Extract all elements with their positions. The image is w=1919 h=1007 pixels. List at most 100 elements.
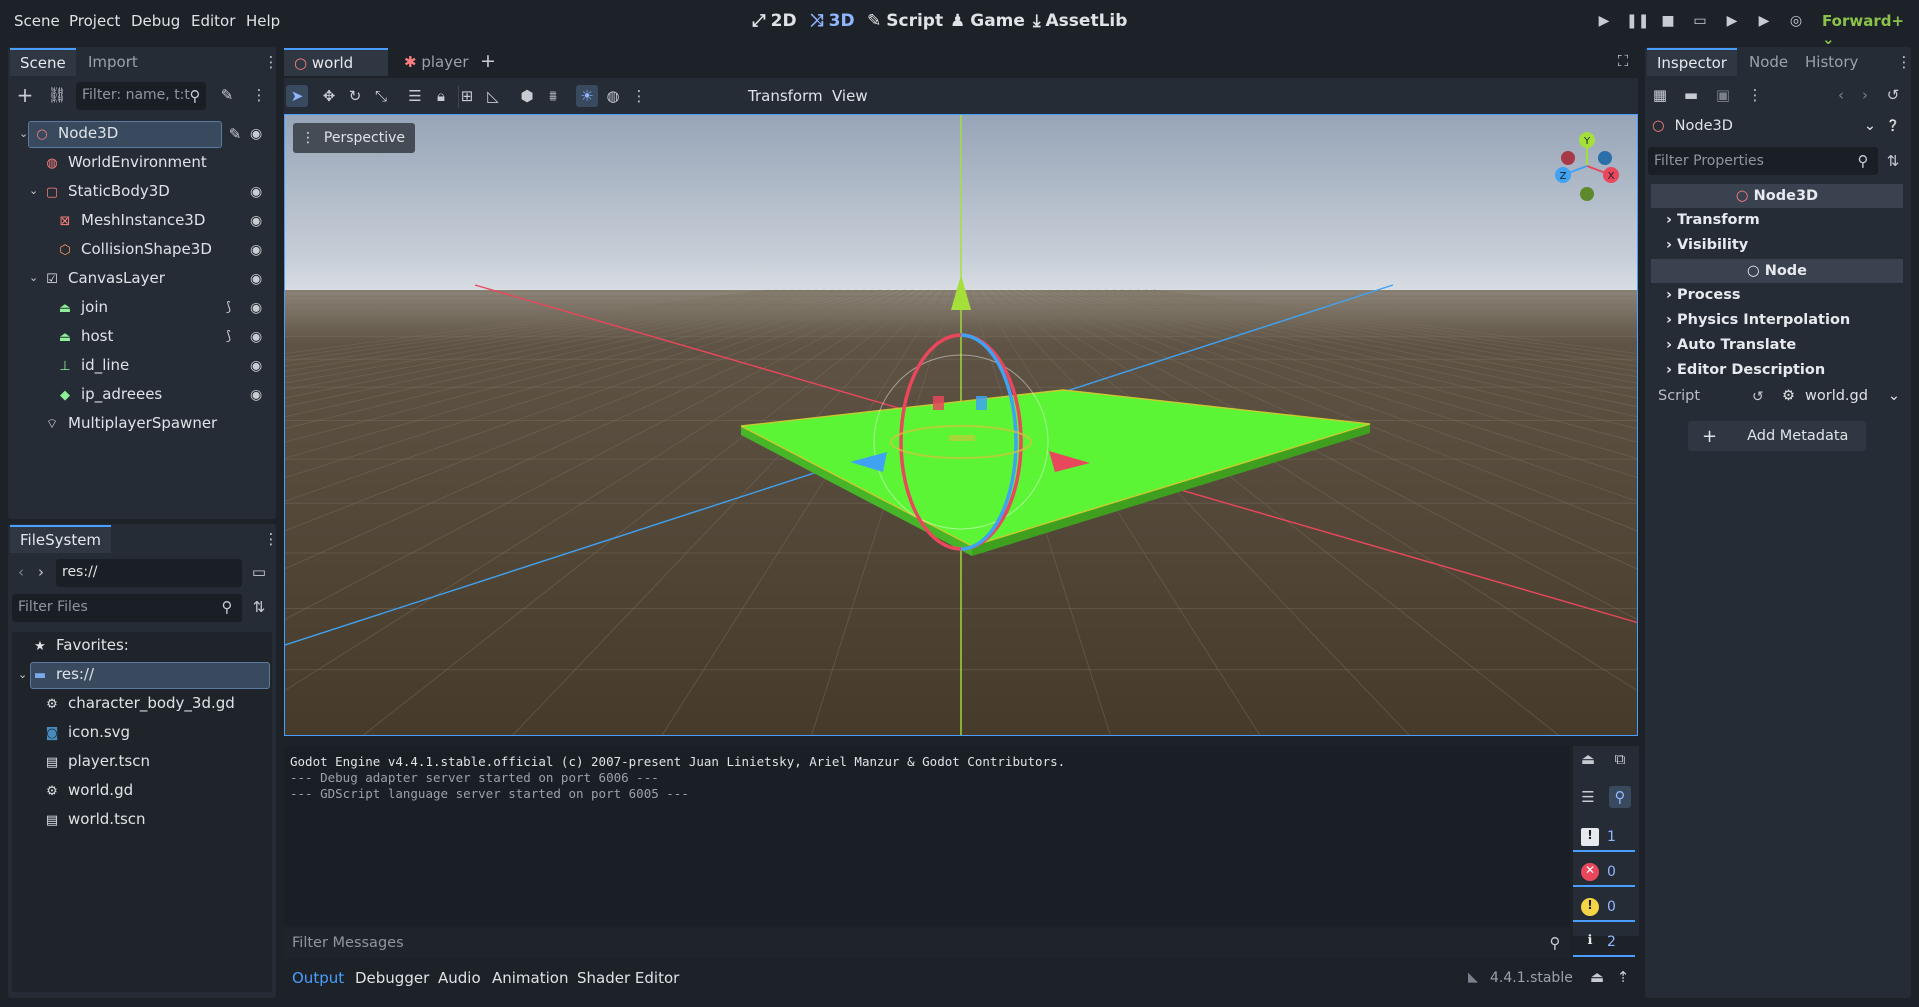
tree-node-node3d[interactable]: ○ Node3D (34, 119, 118, 148)
list-select-icon[interactable]: ☰ (404, 85, 426, 107)
add-metadata-button[interactable]: + Add Metadata (1688, 421, 1866, 451)
save-icon[interactable]: ▣ (1712, 84, 1734, 106)
workspace-2d-button[interactable]: ⤢ 2D (752, 11, 797, 31)
error-count-toggle[interactable]: ✕ 0 (1573, 859, 1635, 887)
tab-node[interactable]: Node (1739, 48, 1798, 76)
search-icon[interactable]: ⚲ (1609, 786, 1631, 808)
play-icon[interactable]: ▶ (1594, 13, 1614, 31)
play-custom-scene-icon[interactable]: ▶ (1754, 13, 1774, 31)
tab-filesystem[interactable]: FileSystem (10, 525, 112, 553)
menu-scene[interactable]: Scene (14, 12, 60, 30)
select-tool-icon[interactable]: ➤ (286, 85, 308, 107)
docs-icon[interactable]: ❔ (1882, 115, 1904, 137)
section-editor-description[interactable]: › Editor Description (1651, 358, 1903, 383)
tab-shader-editor[interactable]: Shader Editor (577, 969, 679, 987)
selected-object-select[interactable]: ○ Node3D ⌄ (1650, 113, 1876, 139)
visibility-eye-icon[interactable]: ◉ (250, 300, 262, 316)
tree-node-canvaslayer[interactable]: ☑ CanvasLayer (44, 264, 165, 293)
section-visibility[interactable]: › Visibility (1651, 233, 1903, 258)
lock-icon[interactable]: 🔒︎ (430, 85, 452, 107)
section-process[interactable]: › Process (1651, 283, 1903, 308)
visibility-eye-icon[interactable]: ◉ (250, 329, 262, 345)
view-menu[interactable]: View (832, 87, 868, 105)
chevron-down-icon[interactable]: ⌄ (29, 271, 38, 284)
sun-preview-icon[interactable]: ☀ (576, 85, 598, 107)
signal-connection-icon[interactable]: ⟆ (226, 300, 231, 315)
menu-help[interactable]: Help (246, 12, 280, 30)
forward-icon[interactable]: › (38, 563, 44, 581)
inspector-menu-icon[interactable]: ⋮ (1744, 84, 1766, 106)
movie-maker-icon[interactable]: ◎ (1786, 13, 1806, 31)
tree-node-staticbody3d[interactable]: ▢ StaticBody3D (44, 177, 170, 206)
version-label[interactable]: 4.4.1.stable (1490, 970, 1573, 986)
menu-debug[interactable]: Debug (131, 12, 180, 30)
file-world-tscn[interactable]: ▤ world.tscn (44, 805, 146, 834)
workspace-3d-button[interactable]: ⤨ 3D (810, 11, 855, 31)
script-attached-icon[interactable]: ✎ (224, 123, 246, 145)
filter-properties-input[interactable]: Filter Properties (1648, 147, 1878, 175)
section-transform[interactable]: › Transform (1651, 208, 1903, 233)
workspace-assetlib-button[interactable]: ⤓ AssetLib (1033, 11, 1127, 31)
move-tool-icon[interactable]: ✥ (318, 85, 340, 107)
tab-debugger[interactable]: Debugger (355, 969, 429, 987)
ruler-icon[interactable]: ◺ (482, 85, 504, 107)
back-icon[interactable]: ‹ (18, 563, 24, 581)
warning-count-toggle[interactable]: ! 0 (1573, 894, 1635, 922)
tab-animation[interactable]: Animation (492, 969, 568, 987)
add-tab-icon[interactable]: + (477, 50, 499, 72)
tree-node-worldenvironment[interactable]: ◍ WorldEnvironment (44, 148, 206, 177)
revert-icon[interactable]: ↺ (1752, 389, 1764, 405)
tree-node-ip-adreees[interactable]: ◆ ip_adreees (57, 380, 162, 409)
pause-icon[interactable]: ❚❚ (1626, 13, 1649, 31)
file-world-gd[interactable]: ⚙ world.gd (44, 776, 133, 805)
script-resource-picker[interactable]: ⚙ world.gd ⌄ (1782, 388, 1900, 404)
visibility-eye-icon[interactable]: ◉ (250, 213, 262, 229)
workspace-script-button[interactable]: ✎ Script (867, 11, 943, 31)
transform-menu[interactable]: Transform (748, 87, 823, 105)
file-character-body[interactable]: ⚙ character_body_3d.gd (44, 689, 235, 718)
visibility-eye-icon[interactable]: ◉ (250, 242, 262, 258)
dock-menu-icon[interactable]: ⋮ (260, 528, 282, 550)
attach-script-icon[interactable]: ✎ (216, 84, 238, 106)
renderer-select[interactable]: Forward+ ⌄ (1822, 12, 1919, 48)
3d-viewport[interactable]: Y X Z ⋮ Perspective (284, 114, 1638, 736)
tab-world[interactable]: ○ world ✕ (284, 48, 388, 98)
tab-scene[interactable]: Scene (10, 48, 76, 76)
history-back-icon[interactable]: ‹ (1830, 84, 1852, 106)
message-count-toggle[interactable]: ! 1 (1573, 824, 1635, 852)
workspace-game-button[interactable]: ♟ Game (950, 11, 1025, 31)
signal-connection-icon[interactable]: ⟆ (226, 329, 231, 344)
section-auto-translate[interactable]: › Auto Translate (1651, 333, 1903, 358)
expand-panel-icon[interactable]: ⇡ (1612, 966, 1634, 988)
toggle-split-icon[interactable]: ▭ (248, 561, 270, 583)
add-node-icon[interactable]: + (14, 84, 36, 106)
visibility-eye-icon[interactable]: ◉ (250, 271, 262, 287)
tab-audio[interactable]: Audio (438, 969, 481, 987)
collapse-icon[interactable]: ☰ (1577, 786, 1599, 808)
visibility-eye-icon[interactable]: ◉ (250, 126, 262, 142)
play-scene-icon[interactable]: ▶ (1722, 13, 1742, 31)
scene-menu-icon[interactable]: ⋮ (248, 84, 270, 106)
dock-menu-icon[interactable]: ⋮ (1893, 51, 1915, 73)
filter-messages-input[interactable]: Filter Messages (284, 928, 1570, 958)
folder-res[interactable]: ▬ res:// (32, 660, 94, 689)
history-forward-icon[interactable]: › (1854, 84, 1876, 106)
visibility-eye-icon[interactable]: ◉ (250, 184, 262, 200)
sort-icon[interactable]: ⇅ (248, 596, 270, 618)
chevron-down-icon[interactable]: ⌄ (18, 668, 27, 681)
tree-node-meshinstance3d[interactable]: ⊠ MeshInstance3D (57, 206, 206, 235)
recent-history-icon[interactable]: ↺ (1882, 84, 1904, 106)
instantiate-scene-icon[interactable]: ⛓ (46, 84, 68, 106)
tab-inspector[interactable]: Inspector (1647, 48, 1737, 76)
tree-node-join[interactable]: ⏏ join (57, 293, 108, 322)
environment-preview-icon[interactable]: ◍ (602, 85, 624, 107)
dock-menu-icon[interactable]: ⋮ (260, 51, 282, 73)
chevron-down-icon[interactable]: ⌄ (29, 184, 38, 197)
copy-icon[interactable]: ⧉ (1609, 748, 1631, 770)
remote-debug-icon[interactable]: ▭ (1690, 13, 1710, 31)
new-resource-icon[interactable]: ▦ (1649, 84, 1671, 106)
tab-output[interactable]: Output (292, 969, 344, 987)
info-count-toggle[interactable]: ℹ2 (1573, 929, 1635, 957)
open-folder-icon[interactable]: ▬ (1680, 84, 1702, 106)
property-options-icon[interactable]: ⇅ (1882, 150, 1904, 172)
